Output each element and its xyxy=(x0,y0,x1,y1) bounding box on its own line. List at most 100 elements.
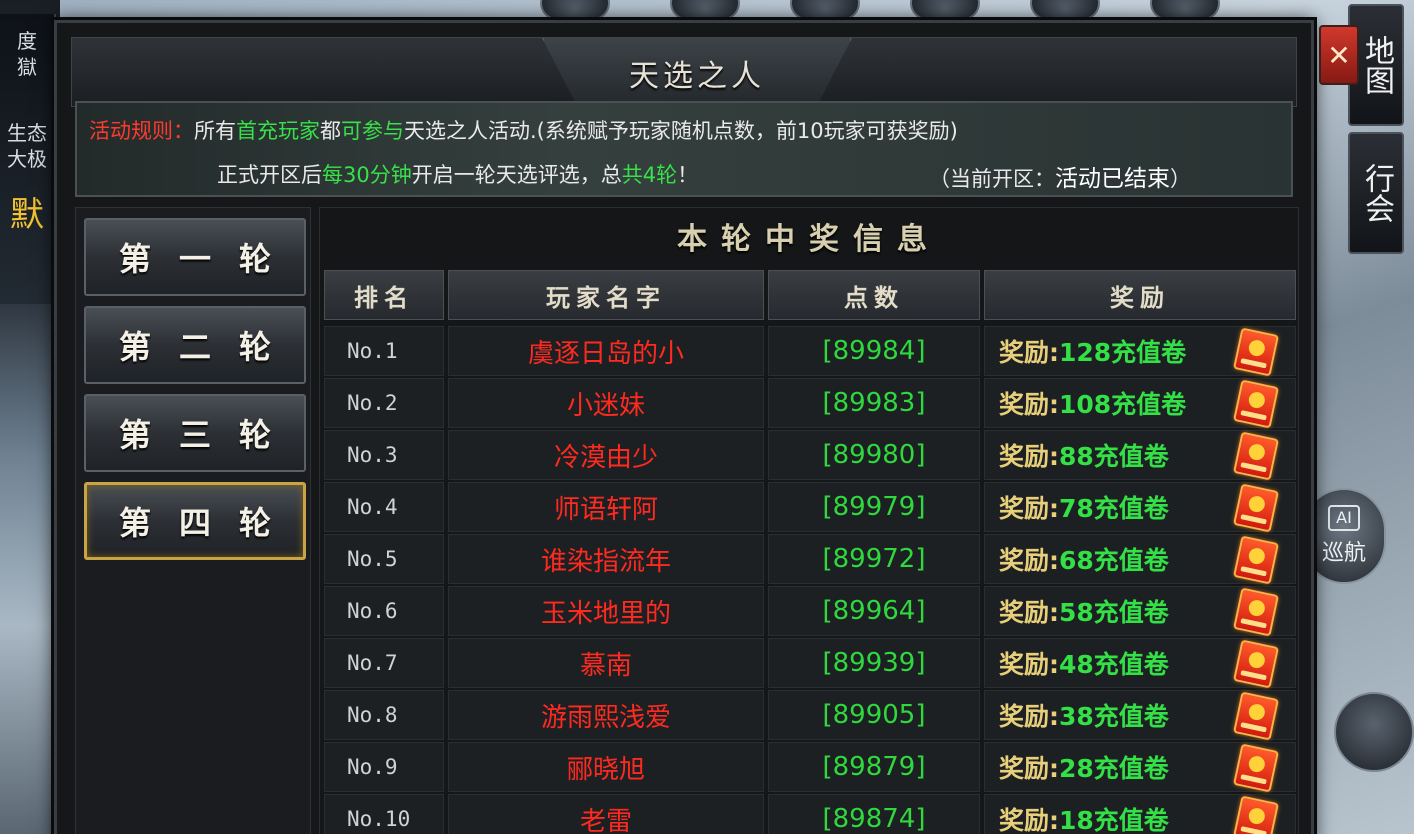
left-badge-glyph: 默 xyxy=(10,195,44,235)
close-icon: ✕ xyxy=(1327,38,1351,72)
points-cell: [89972] xyxy=(768,534,980,584)
table-row: No.7 慕南 [89939] 奖励: 48充值卷 xyxy=(324,638,1296,689)
ai-cruise-button[interactable]: AI 巡航 xyxy=(1302,488,1386,584)
info-title: 本轮中奖信息 xyxy=(677,222,941,257)
reward-value: 88充值卷 xyxy=(1059,442,1169,471)
points-cell: [89979] xyxy=(768,482,980,532)
reward-cell: 奖励: 128充值卷 xyxy=(984,326,1296,377)
red-envelope-icon xyxy=(1233,535,1279,585)
rank-cell: No.4 xyxy=(324,482,444,532)
reward-label: 奖励: xyxy=(999,702,1059,731)
top-skill-icon[interactable] xyxy=(540,0,610,20)
round-tabs: 第一轮 第二轮 第三轮 第四轮 xyxy=(75,207,311,834)
reward-value: 38充值卷 xyxy=(1059,702,1169,731)
rules-segment: 天选之人活动.(系统赋予玩家随机点数，前10玩家可获奖励) xyxy=(404,119,958,143)
table-row: No.9 郦晓旭 [89879] 奖励: 28充值卷 xyxy=(324,742,1296,793)
points-cell: [89980] xyxy=(768,430,980,480)
left-badge-line: 獄 xyxy=(17,55,37,79)
reward-value: 18充值卷 xyxy=(1059,806,1169,834)
header-reward: 奖励 xyxy=(984,270,1296,320)
tab-round-2[interactable]: 第二轮 xyxy=(84,306,306,384)
rules-box: 活动规则：所有首充玩家都可参与天选之人活动.(系统赋予玩家随机点数，前10玩家可… xyxy=(75,101,1293,197)
reward-value: 128充值卷 xyxy=(1059,338,1187,367)
rules-line-1: 活动规则：所有首充玩家都可参与天选之人活动.(系统赋予玩家随机点数，前10玩家可… xyxy=(89,115,958,145)
tab-round-3[interactable]: 第三轮 xyxy=(84,394,306,472)
panel-title: 天选之人 xyxy=(629,59,765,94)
player-name-cell: 冷漠由少 xyxy=(448,430,764,480)
status-value: 活动已结束 xyxy=(1055,166,1170,192)
header-rank: 排名 xyxy=(324,270,444,320)
table-row: No.5 谁染指流年 [89972] 奖励: 68充值卷 xyxy=(324,534,1296,585)
guild-tab-label: 行会 xyxy=(1359,163,1394,223)
top-skill-icon[interactable] xyxy=(1030,0,1100,20)
player-name-cell: 老雷 xyxy=(448,794,764,834)
reward-value: 108充值卷 xyxy=(1059,390,1187,419)
red-envelope-icon xyxy=(1233,431,1279,481)
tab-round-4[interactable]: 第四轮 xyxy=(84,482,306,560)
rules-segment: 正式开区后 xyxy=(217,163,322,187)
status-prefix: （当前开区： xyxy=(929,167,1055,191)
red-envelope-icon xyxy=(1233,379,1279,429)
rules-segment: 可参与 xyxy=(341,119,404,143)
reward-label: 奖励: xyxy=(999,650,1059,679)
rank-cell: No.7 xyxy=(324,638,444,688)
reward-cell: 奖励: 58充值卷 xyxy=(984,586,1296,637)
ai-icon: AI xyxy=(1328,505,1360,531)
map-tab-label: 地图 xyxy=(1359,35,1394,95)
reward-label: 奖励: xyxy=(999,338,1059,367)
rank-cell: No.8 xyxy=(324,690,444,740)
left-badge-line: 大极 xyxy=(7,147,47,171)
rank-cell: No.10 xyxy=(324,794,444,834)
points-cell: [89983] xyxy=(768,378,980,428)
top-skill-icon[interactable] xyxy=(910,0,980,20)
rank-cell: No.2 xyxy=(324,378,444,428)
reward-label: 奖励: xyxy=(999,390,1059,419)
reward-cell: 奖励: 68充值卷 xyxy=(984,534,1296,585)
header-points: 点数 xyxy=(768,270,980,320)
reward-label: 奖励: xyxy=(999,598,1059,627)
table-row: No.8 游雨熙浅爱 [89905] 奖励: 38充值卷 xyxy=(324,690,1296,741)
rules-line-2: 正式开区后每30分钟开启一轮天选评选，总共4轮！ xyxy=(217,159,698,189)
red-envelope-icon xyxy=(1233,743,1279,793)
reward-cell: 奖励: 108充值卷 xyxy=(984,378,1296,429)
top-skill-icon[interactable] xyxy=(670,0,740,20)
top-icon-bar xyxy=(540,0,1300,22)
rules-segment: 每30分钟 xyxy=(322,163,412,187)
top-skill-icon[interactable] xyxy=(1150,0,1220,20)
reward-value: 58充值卷 xyxy=(1059,598,1169,627)
player-name-cell: 慕南 xyxy=(448,638,764,688)
player-name-cell: 谁染指流年 xyxy=(448,534,764,584)
player-name-cell: 小迷妹 xyxy=(448,378,764,428)
rank-cell: No.9 xyxy=(324,742,444,792)
rank-cell: No.6 xyxy=(324,586,444,636)
rules-segment: 都 xyxy=(320,119,341,143)
points-cell: [89984] xyxy=(768,326,980,376)
guild-tab[interactable]: 行会 xyxy=(1348,132,1404,254)
rank-cell: No.3 xyxy=(324,430,444,480)
title-plate: 天选之人 xyxy=(542,38,852,110)
reward-value: 28充值卷 xyxy=(1059,754,1169,783)
close-button[interactable]: ✕ xyxy=(1319,25,1359,85)
server-status: （当前开区：活动已结束） xyxy=(929,159,1191,193)
left-badge-line: 度 xyxy=(17,29,37,53)
skill-round-button[interactable] xyxy=(1334,692,1414,772)
player-name-cell: 师语轩阿 xyxy=(448,482,764,532)
left-event-badge[interactable]: 度 獄 生态 大极 默 xyxy=(0,14,56,304)
rank-cell: No.5 xyxy=(324,534,444,584)
player-name-cell: 玉米地里的 xyxy=(448,586,764,636)
red-envelope-icon xyxy=(1233,327,1279,377)
red-envelope-icon xyxy=(1233,483,1279,533)
reward-label: 奖励: xyxy=(999,546,1059,575)
rules-segment: 所有 xyxy=(194,119,236,143)
rules-segment: 共4轮 xyxy=(621,163,678,187)
tab-round-1[interactable]: 第一轮 xyxy=(84,218,306,296)
reward-cell: 奖励: 38充值卷 xyxy=(984,690,1296,741)
header-name: 玩家名字 xyxy=(448,270,764,320)
reward-value: 78充值卷 xyxy=(1059,494,1169,523)
points-cell: [89874] xyxy=(768,794,980,834)
top-skill-icon[interactable] xyxy=(790,0,860,20)
ai-cruise-label: 巡航 xyxy=(1321,541,1366,566)
player-name-cell: 郦晓旭 xyxy=(448,742,764,792)
reward-label: 奖励: xyxy=(999,442,1059,471)
status-suffix: ） xyxy=(1170,167,1191,191)
